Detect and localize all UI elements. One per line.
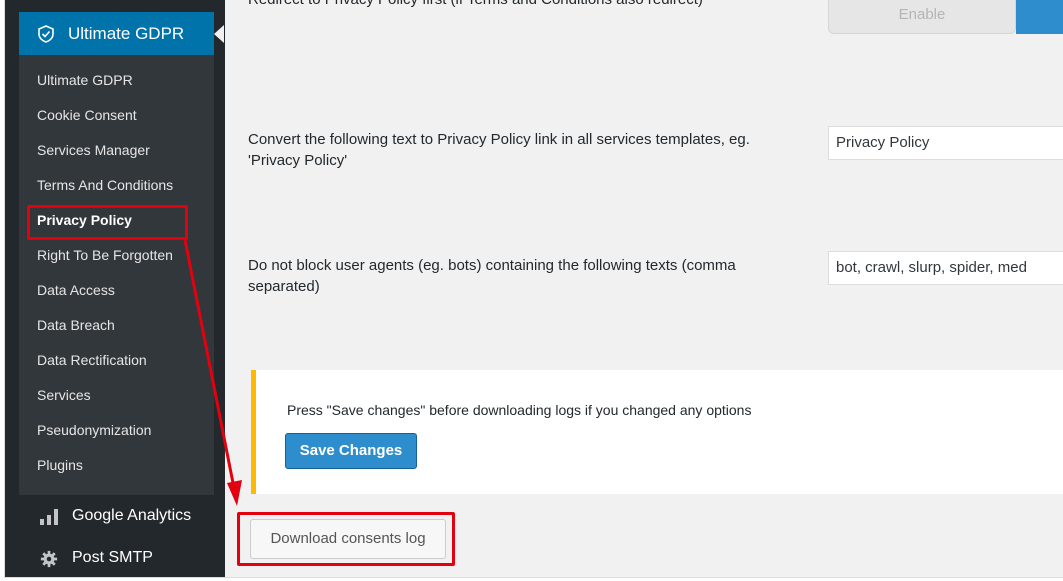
save-notice: Press "Save changes" before downloading …: [251, 370, 1063, 494]
sidebar-item-post-smtp[interactable]: Post SMTP: [19, 540, 214, 577]
shield-icon: [38, 25, 54, 43]
current-menu-pointer: [214, 25, 224, 43]
user-agents-label: Do not block user agents (eg. bots) cont…: [248, 257, 736, 295]
privacy-policy-highlight: [27, 205, 188, 240]
submenu-item-terms-and-conditions[interactable]: Terms And Conditions: [37, 177, 173, 193]
submenu-item-plugins[interactable]: Plugins: [37, 457, 83, 473]
redirect-setting-label: Redirect to Privacy Policy first (if Ter…: [248, 0, 768, 10]
submenu-item-data-breach[interactable]: Data Breach: [37, 317, 115, 333]
gear-icon: [40, 550, 58, 568]
submenu-item-data-rectification[interactable]: Data Rectification: [37, 352, 147, 368]
redirect-enable-toggle[interactable]: Enable: [828, 0, 1063, 34]
toggle-enable-label: Enable: [898, 6, 946, 23]
sidebar-submenu: Ultimate GDPR Cookie Consent Services Ma…: [19, 55, 214, 495]
submenu-item-data-access[interactable]: Data Access: [37, 282, 115, 298]
submenu-item-services-manager[interactable]: Services Manager: [37, 142, 150, 158]
submenu-item-ultimate-gdpr[interactable]: Ultimate GDPR: [37, 72, 133, 88]
user-agents-input[interactable]: bot, crawl, slurp, spider, med: [828, 251, 1063, 285]
convert-text-label: Convert the following text to Privacy Po…: [248, 131, 750, 169]
sidebar-plugin-title: Ultimate GDPR: [68, 24, 185, 43]
privacy-policy-text-input[interactable]: Privacy Policy: [828, 126, 1063, 160]
chart-icon: [40, 509, 58, 525]
sidebar-item-ultimate-gdpr[interactable]: Ultimate GDPR: [19, 12, 224, 55]
download-button-highlight: [237, 512, 455, 566]
submenu-item-cookie-consent[interactable]: Cookie Consent: [37, 107, 137, 123]
notice-text: Press "Save changes" before downloading …: [287, 402, 752, 418]
sidebar-item-label: Google Analytics: [72, 507, 192, 524]
admin-window: Ultimate GDPR Ultimate GDPR Cookie Conse…: [4, 0, 1063, 578]
submenu-item-right-to-be-forgotten[interactable]: Right To Be Forgotten: [37, 247, 173, 263]
save-changes-button[interactable]: Save Changes: [285, 433, 417, 469]
admin-sidebar: Ultimate GDPR Ultimate GDPR Cookie Conse…: [5, 0, 225, 577]
sidebar-item-google-analytics[interactable]: Google Analytics: [19, 498, 214, 536]
submenu-item-services[interactable]: Services: [37, 387, 91, 403]
sidebar-item-label: Post SMTP: [72, 549, 153, 566]
submenu-item-pseudonymization[interactable]: Pseudonymization: [37, 422, 151, 438]
